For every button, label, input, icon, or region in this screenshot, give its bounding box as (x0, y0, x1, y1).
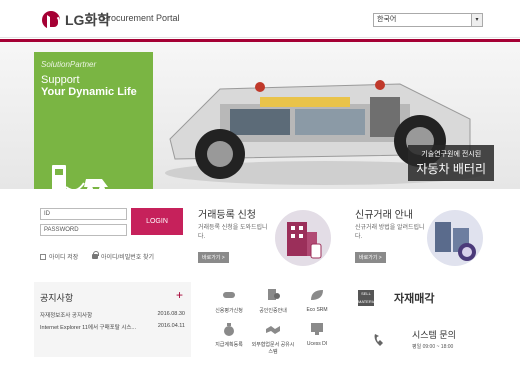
card-desc: 거래등록 신청을 도와드립니다. (198, 225, 268, 240)
caption-small: 기술연구원에 전시된 (421, 151, 482, 158)
sell-material-icon: SELL MATERIAL (358, 290, 378, 306)
quick-link-credit[interactable]: 신용평가신청 (206, 288, 252, 314)
notice-item-text: 자재정보조사 공지사항 (40, 313, 93, 319)
notice-panel: 공지사항 + 자재정보조사 공지사항 2016.08.30 Internet E… (34, 282, 191, 357)
lock-icon (92, 251, 99, 259)
buildings-search-icon (427, 210, 483, 266)
quick-link-eco-srm[interactable]: Eco SRM (294, 288, 340, 313)
card-title: 거래등록 신청 (198, 210, 256, 221)
side-panel: SELL MATERIAL 자재매각 시스템 문의 평일 09:00 ~ 18:… (350, 282, 518, 357)
promo-line-1: Support (41, 74, 80, 86)
handshake-icon (266, 326, 280, 334)
inquiry-title: 시스템 문의 (412, 330, 456, 340)
money-bag-icon (224, 323, 234, 336)
notice-item-text: Internet Explorer 11에서 구매포탈 시스... (40, 325, 137, 331)
ev-charger-icon (52, 165, 108, 189)
hero-accent-bar (0, 39, 520, 42)
lg-chem-logo[interactable]: LG화학 (42, 10, 110, 30)
hero-banner: SolutionPartner Support Your Dynamic Lif… (0, 39, 520, 189)
lg-logo-icon (42, 11, 60, 29)
notice-item-date: 2016.04.11 (157, 323, 185, 329)
quick-link-label: 지급계획등록 (215, 342, 243, 348)
pill-icon (223, 292, 235, 298)
save-id-checkbox[interactable]: 아이디 저장 (40, 252, 78, 261)
material-sale-label: 자재매각 (394, 293, 435, 305)
notice-item[interactable]: Internet Explorer 11에서 구매포탈 시스... 2016.0… (40, 323, 185, 331)
promo-brand: SolutionPartner (41, 60, 97, 69)
top-header: LG화학 Procurement Portal 한국어 ▾ (0, 0, 520, 38)
quick-link-payment-plan[interactable]: 지급계획등록 (206, 322, 252, 348)
password-input[interactable]: PASSWORD (40, 224, 127, 236)
save-id-label: 아이디 저장 (49, 255, 79, 261)
inquiry-hours: 평일 09:00 ~ 18:00 (412, 344, 454, 350)
language-selected: 한국어 (377, 16, 397, 23)
find-id-password-link[interactable]: 아이디/비밀번호 찾기 (92, 251, 155, 261)
building-icon (275, 210, 331, 266)
card-desc: 신규거래 방법을 알려드립니다. (355, 225, 425, 240)
login-box: ID PASSWORD LOGIN 아이디 저장 아이디/비밀번호 찾기 (34, 200, 191, 261)
notice-item[interactable]: 자재정보조사 공지사항 2016.08.30 (40, 311, 185, 319)
promo-line-2: Your Dynamic Life (41, 86, 137, 98)
battery-caption: 기술연구원에 전시된 자동차 배터리 (408, 145, 494, 181)
phone-icon (374, 334, 383, 346)
leaf-icon (311, 290, 323, 300)
card-shortcut-button[interactable]: 바로가기 > (355, 252, 386, 263)
chevron-down-icon[interactable]: ▾ (471, 14, 482, 26)
notice-title: 공지사항 (40, 293, 74, 303)
quick-link-label: 외부협업문서 공유시스템 (251, 342, 295, 355)
quick-link-label: 신용평가신청 (215, 308, 243, 314)
material-sale-link[interactable]: SELL MATERIAL 자재매각 (358, 290, 434, 306)
monitor-icon (311, 323, 323, 335)
id-input[interactable]: ID (40, 208, 127, 220)
quick-links: 신용평가신청 공인인증안내 Eco SRM 지급계획등록 외부협업문서 공유시스… (198, 282, 345, 357)
quick-link-ucess-di[interactable]: Ucess DI (294, 322, 340, 347)
quick-link-document-share[interactable]: 외부협업문서 공유시스템 (250, 322, 296, 355)
quick-link-label: Ucess DI (306, 341, 328, 347)
card-shortcut-button[interactable]: 바로가기 > (198, 252, 229, 263)
registration-card[interactable]: 거래등록 신청 거래등록 신청을 도와드립니다. 바로가기 > (198, 206, 331, 270)
certificate-icon (268, 289, 280, 300)
quick-link-label: Eco SRM (306, 307, 328, 313)
plus-icon[interactable]: + (176, 288, 183, 302)
card-title: 신규거래 안내 (355, 210, 413, 221)
portal-title: Procurement Portal (102, 13, 180, 23)
language-select[interactable]: 한국어 ▾ (373, 13, 483, 27)
notice-item-date: 2016.08.30 (157, 311, 185, 317)
find-id-label: 아이디/비밀번호 찾기 (101, 255, 155, 261)
checkbox-icon (40, 253, 46, 260)
new-trade-card[interactable]: 신규거래 안내 신규거래 방법을 알려드립니다. 바로가기 > (355, 206, 483, 270)
caption-large: 자동차 배터리 (416, 162, 486, 176)
quick-link-certificate[interactable]: 공인인증안내 (250, 288, 296, 314)
quick-link-label: 공인인증안내 (259, 308, 287, 314)
system-inquiry[interactable]: 시스템 문의 평일 09:00 ~ 18:00 (372, 328, 456, 350)
login-button[interactable]: LOGIN (131, 208, 183, 235)
promo-panel: SolutionPartner Support Your Dynamic Lif… (34, 52, 153, 189)
